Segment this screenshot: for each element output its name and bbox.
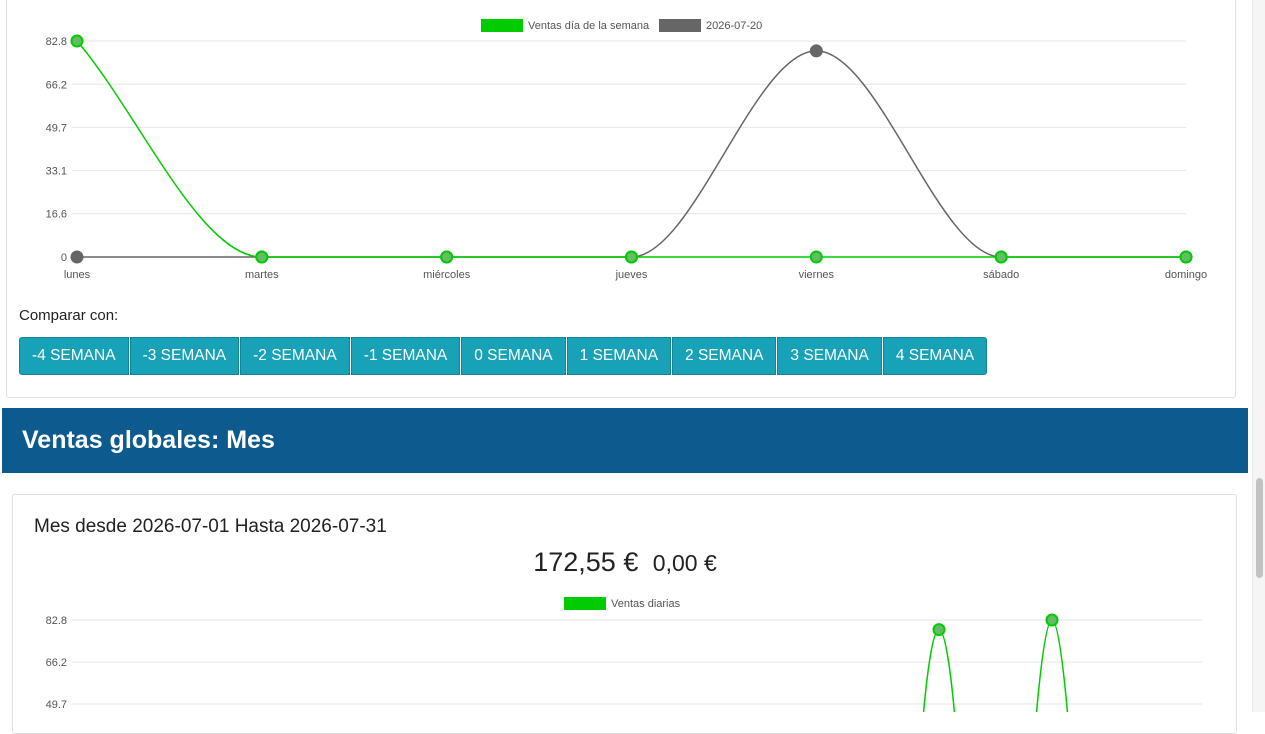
series-point <box>70 34 84 48</box>
series-point <box>932 623 946 637</box>
legend-label: Ventas día de la semana <box>528 20 650 32</box>
y-tick-label: 0 <box>61 252 67 264</box>
week-minus-1-button[interactable]: -1 SEMANA <box>350 337 461 375</box>
total-sales-amount: 172,55 € <box>533 547 639 577</box>
y-tick-label: 16.6 <box>46 209 67 221</box>
week-minus-4-button[interactable]: -4 SEMANA <box>19 337 129 375</box>
section-header-month: Ventas globales: Mes <box>2 408 1248 473</box>
x-tick-label: lunes <box>64 269 91 281</box>
x-tick-label: miércoles <box>423 269 471 281</box>
y-tick-label: 82.8 <box>46 36 67 48</box>
x-tick-label: domingo <box>1165 269 1207 281</box>
series-point <box>809 44 823 58</box>
series-point <box>625 250 638 264</box>
y-tick-label: 49.7 <box>46 699 67 711</box>
y-tick-label: 66.2 <box>46 79 67 91</box>
legend-swatch <box>481 19 523 32</box>
week-minus-2-button[interactable]: -2 SEMANA <box>240 337 350 375</box>
x-tick-label: martes <box>245 269 279 281</box>
legend-label: Ventas diarias <box>611 598 681 610</box>
week-plus-2-button[interactable]: 2 SEMANA <box>672 337 777 375</box>
week-plus-3-button[interactable]: 3 SEMANA <box>777 337 882 375</box>
legend-swatch <box>659 19 701 32</box>
month-range-label: Mes desde 2026-07-01 Hasta 2026-07-31 <box>34 516 387 537</box>
week-plus-4-button[interactable]: 4 SEMANA <box>882 337 988 375</box>
y-tick-label: 66.2 <box>46 657 67 669</box>
week-plus-1-button[interactable]: 1 SEMANA <box>566 337 672 375</box>
series-point <box>255 250 269 264</box>
week-0-button[interactable]: 0 SEMANA <box>461 337 566 375</box>
legend-label: 2026-07-20 <box>706 20 762 32</box>
series-point <box>1179 250 1193 264</box>
month-totals: 172,55 € 0,00 € <box>0 547 1250 578</box>
series-point <box>809 250 823 264</box>
y-tick-label: 82.8 <box>46 615 67 627</box>
series-point <box>70 250 84 264</box>
series-line <box>1035 619 1069 712</box>
compare-label: Comparar con: <box>19 307 119 324</box>
week-minus-3-button[interactable]: -3 SEMANA <box>129 337 240 375</box>
month-sales-chart: 49.7 66.2 82.8 Ventas diarias <box>46 597 1202 712</box>
x-tick-label: viernes <box>799 269 835 281</box>
total-secondary-amount: 0,00 € <box>652 550 717 576</box>
series-point <box>994 250 1008 264</box>
week-sales-chart: 0 16.6 33.1 49.7 66.2 82.8 lunes martes miércole… <box>46 19 1207 281</box>
y-tick-label: 49.7 <box>46 122 67 134</box>
week-compare-buttons: -4 SEMANA -3 SEMANA -2 SEMANA -1 SEMANA … <box>19 337 988 375</box>
scrollbar-thumb[interactable] <box>1256 478 1263 578</box>
series-point <box>440 250 454 264</box>
y-tick-label: 33.1 <box>46 166 67 178</box>
x-tick-label: sábado <box>983 269 1019 281</box>
x-tick-label: jueves <box>615 269 648 281</box>
section-title: Ventas globales: Mes <box>22 426 275 454</box>
legend-swatch <box>564 597 606 610</box>
series-point <box>1045 613 1059 627</box>
series-line <box>922 628 956 712</box>
page-scrollbar[interactable] <box>1252 0 1265 712</box>
series-line <box>76 50 1186 258</box>
series-line <box>76 40 1186 258</box>
